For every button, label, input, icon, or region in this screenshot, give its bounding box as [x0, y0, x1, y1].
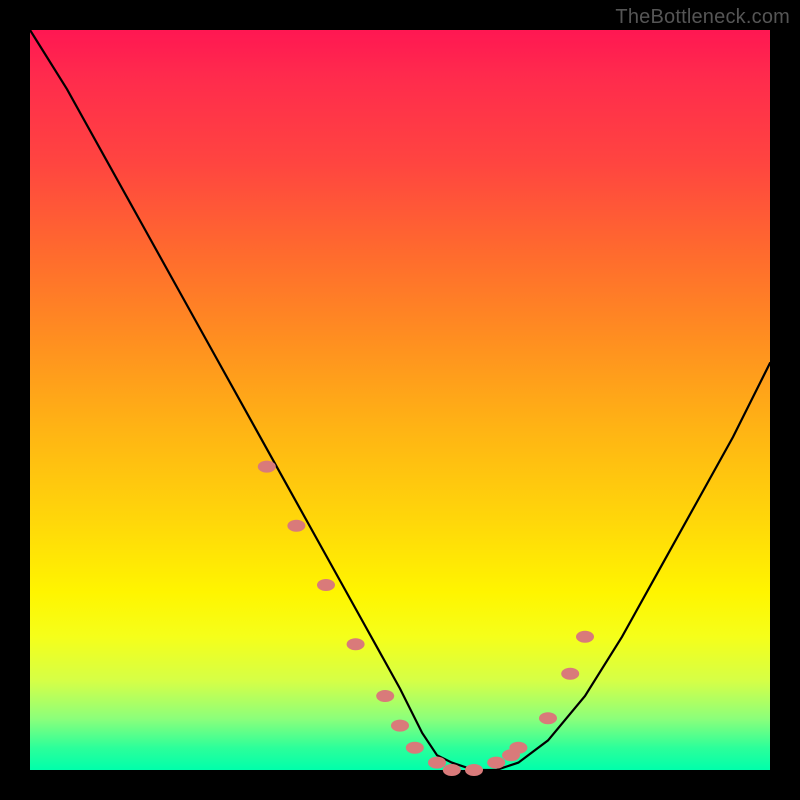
marker-point [376, 690, 394, 702]
watermark-text: TheBottleneck.com [615, 6, 790, 29]
plot-area [30, 30, 770, 770]
marker-point [509, 742, 527, 754]
marker-point [561, 668, 579, 680]
marker-point [539, 712, 557, 724]
marker-point [258, 461, 276, 473]
bottleneck-curve-path [30, 30, 770, 770]
curve-svg [30, 30, 770, 770]
marker-point [443, 764, 461, 776]
chart-frame: TheBottleneck.com [0, 0, 800, 800]
highlight-markers [258, 461, 594, 776]
marker-point [317, 579, 335, 591]
marker-point [465, 764, 483, 776]
marker-point [406, 742, 424, 754]
marker-point [287, 520, 305, 532]
marker-point [391, 720, 409, 732]
marker-point [487, 757, 505, 769]
marker-point [576, 631, 594, 643]
marker-point [347, 638, 365, 650]
marker-point [428, 757, 446, 769]
